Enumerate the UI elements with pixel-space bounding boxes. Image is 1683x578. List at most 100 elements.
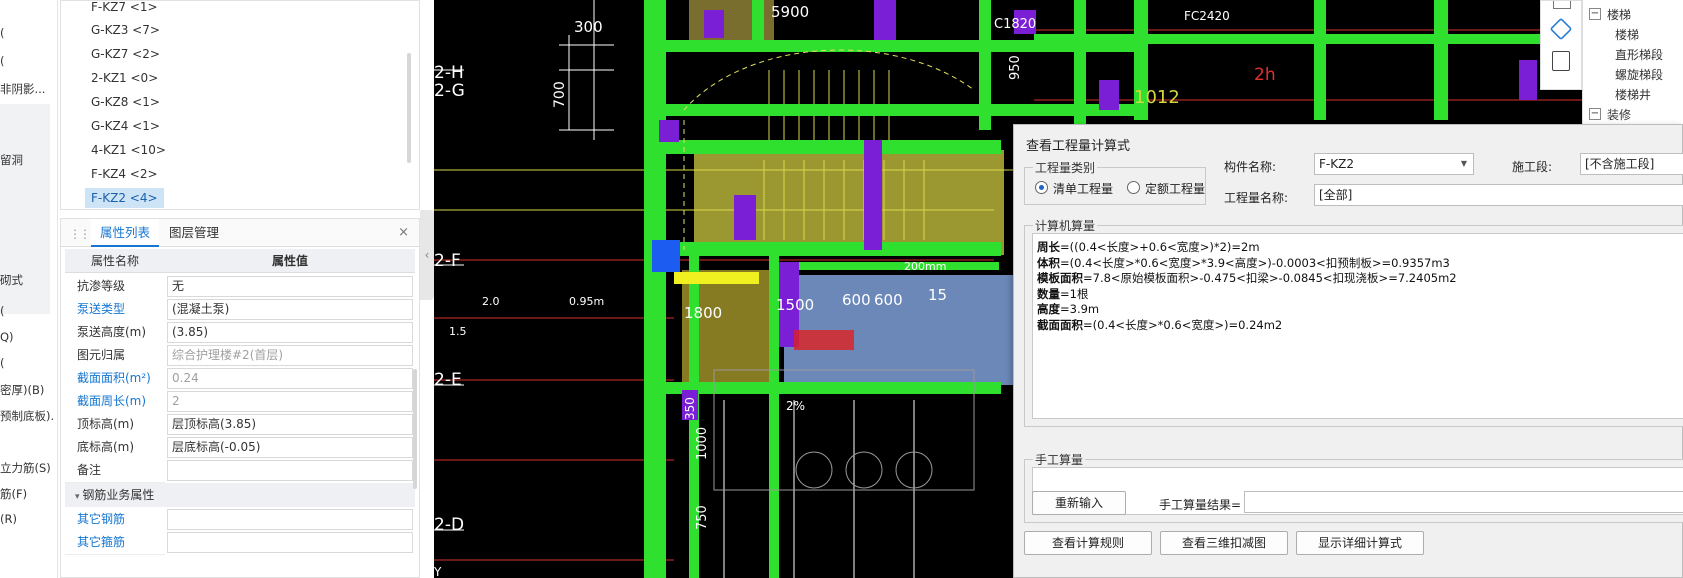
component-item[interactable]: F-KZ7 <1> <box>85 0 164 17</box>
svg-text:700: 700 <box>552 81 568 108</box>
component-item[interactable]: 4-KZ1 <10> <box>85 140 172 160</box>
component-item[interactable]: 2-KZ1 <0> <box>85 68 164 88</box>
group-title: 工程量类别 <box>1033 159 1098 176</box>
property-row[interactable]: 底标高(m) 层底标高(-0.05) <box>65 435 415 460</box>
radio-quota-quantity[interactable] <box>1127 181 1140 194</box>
property-value[interactable]: 层底标高(-0.05) <box>167 437 413 458</box>
left-strip-item[interactable]: (R) <box>0 512 56 526</box>
close-icon[interactable]: × <box>398 225 409 240</box>
left-strip-item[interactable]: 预制底板). <box>0 408 56 424</box>
svg-text:15: 15 <box>928 286 947 304</box>
radio-list-quantity[interactable] <box>1035 181 1048 194</box>
property-row[interactable]: 泵送类型 (混凝土泵) <box>65 297 415 322</box>
left-strip-item[interactable]: 非阴影... <box>0 81 56 97</box>
property-row[interactable]: 泵送高度(m) (3.85) <box>65 320 415 345</box>
radio-label[interactable]: 清单工程量 <box>1053 180 1113 197</box>
quantity-type-group: 工程量类别 清单工程量 定额工程量 <box>1024 159 1206 205</box>
property-name: 备注 <box>65 458 165 483</box>
property-row[interactable]: 其它钢筋 <box>65 507 415 532</box>
property-name: 其它箍筋 <box>65 530 165 555</box>
expand-toggle-icon[interactable]: − <box>1589 8 1601 20</box>
component-name-dropdown[interactable]: F-KZ2 ▼ <box>1314 153 1474 175</box>
property-value[interactable] <box>167 460 413 481</box>
manual-result-label: 手工算量结果= <box>1159 498 1242 512</box>
property-row[interactable]: 图元归属 综合护理楼#2(首层) <box>65 343 415 368</box>
property-row[interactable]: 截面面积(m²) 0.24 <box>65 366 415 391</box>
tree-item[interactable]: 直形梯段 <box>1615 46 1663 63</box>
reinput-button[interactable]: 重新输入 <box>1032 491 1126 515</box>
left-strip-item[interactable]: ( <box>0 356 56 370</box>
component-item[interactable]: G-KZ3 <7> <box>85 20 166 40</box>
formula-line: 体积=(0.4<长度>*0.6<宽度>*3.9<高度>)-0.0003<扣预制板… <box>1037 255 1450 270</box>
cube-view-icon[interactable] <box>1549 17 1573 41</box>
tree-item-decoration-group[interactable]: 装修 <box>1607 106 1631 123</box>
component-item[interactable]: G-KZ4 <1> <box>85 116 166 136</box>
left-strip-item[interactable]: 砌式 <box>0 272 56 288</box>
tab-layer-management[interactable]: 图层管理 <box>169 219 241 247</box>
property-row[interactable]: 备注 <box>65 458 415 483</box>
tree-item[interactable]: 楼梯 <box>1615 26 1639 43</box>
property-row[interactable]: 截面周长(m) 2 <box>65 389 415 414</box>
left-strip-item[interactable]: 立力筋(S) <box>0 460 56 476</box>
component-list-scrollbar[interactable] <box>407 53 411 163</box>
stage-label: 施工段: <box>1512 160 1553 174</box>
dropdown-value: F-KZ2 <box>1319 157 1354 171</box>
computer-calc-formula-area[interactable]: 周长=((0.4<长度>+0.6<宽度>)*2)=2m 体积=(0.4<长度>*… <box>1032 233 1683 419</box>
property-value: 综合护理楼#2(首层) <box>167 345 413 366</box>
left-strip-item[interactable]: 留洞 <box>0 152 56 168</box>
formula-line: 模板面积=7.8<原始模板面积>-0.475<扣梁>-0.0845<扣现浇板>=… <box>1037 271 1457 285</box>
property-value: 2 <box>167 391 413 412</box>
property-table-header: 属性名称 属性值 <box>65 249 415 273</box>
property-scrollbar[interactable] <box>413 369 417 489</box>
svg-text:200mm: 200mm <box>904 260 946 273</box>
frame-icon[interactable] <box>1553 1 1571 9</box>
svg-text:1012: 1012 <box>1134 87 1180 108</box>
drag-handle-icon[interactable]: ⋮⋮ <box>69 227 91 241</box>
property-value[interactable] <box>167 509 413 530</box>
component-item[interactable]: F-KZ4 <2> <box>85 164 164 184</box>
tree-item[interactable]: 楼梯井 <box>1615 86 1651 103</box>
view-calc-rules-button[interactable]: 查看计算规则 <box>1024 531 1152 555</box>
component-item[interactable]: G-KZ7 <2> <box>85 44 166 64</box>
tree-item[interactable]: 螺旋梯段 <box>1615 66 1663 83</box>
radio-label[interactable]: 定额工程量 <box>1145 180 1205 197</box>
component-item[interactable]: G-KZ8 <1> <box>85 92 166 112</box>
formula-line: 高度=3.9m <box>1037 302 1100 316</box>
calc-view-icon[interactable] <box>1552 51 1570 71</box>
property-value[interactable]: (混凝土泵) <box>167 299 413 320</box>
property-value[interactable] <box>167 532 413 553</box>
left-strip-item[interactable]: ( <box>0 304 56 318</box>
property-value[interactable]: (3.85) <box>167 322 413 343</box>
left-strip-item[interactable]: Q) <box>0 330 56 344</box>
quantity-name-field[interactable]: [全部] <box>1314 184 1683 206</box>
chevron-down-icon[interactable]: ▼ <box>1461 154 1467 174</box>
left-strip-item[interactable]: ( <box>0 26 56 40</box>
component-item-selected[interactable]: F-KZ2 <4> <box>85 188 164 208</box>
property-row[interactable]: 顶标高(m) 层顶标高(3.85) <box>65 412 415 437</box>
collapse-panel-handle[interactable]: ‹ <box>420 210 434 300</box>
property-value[interactable]: 无 <box>167 276 413 297</box>
property-tabs: ⋮⋮ 属性列表 图层管理 × <box>61 219 419 247</box>
formula-line: 截面面积=(0.4<长度>*0.6<宽度>)=0.24m2 <box>1037 317 1283 332</box>
property-row[interactable]: 抗渗等级无 <box>65 274 415 299</box>
svg-text:1000: 1000 <box>695 427 710 460</box>
left-strip-item[interactable]: 筋(F) <box>0 486 56 502</box>
show-detailed-formula-button[interactable]: 显示详细计算式 <box>1296 531 1424 555</box>
chevron-left-icon[interactable]: ‹ <box>425 248 430 262</box>
stage-field[interactable]: [不含施工段] <box>1580 153 1683 175</box>
quantity-formula-dialog: 查看工程量计算式 工程量类别 清单工程量 定额工程量 构件名称: F-KZ2 ▼ … <box>1013 124 1683 578</box>
expand-toggle-icon[interactable]: − <box>1589 108 1601 120</box>
property-value[interactable]: 层顶标高(3.85) <box>167 414 413 435</box>
left-strip-item[interactable]: 密厚)(B) <box>0 382 56 398</box>
svg-text:2-E: 2-E <box>434 370 462 390</box>
property-row[interactable]: 其它箍筋 <box>65 530 415 555</box>
section-rebar-attributes[interactable]: ▾ 钢筋业务属性 <box>65 483 415 507</box>
property-name: 顶标高(m) <box>65 412 165 437</box>
tree-item-stair-group[interactable]: 楼梯 <box>1607 6 1631 23</box>
tab-property-list[interactable]: 属性列表 <box>91 219 159 247</box>
group-title: 手工算量 <box>1033 451 1086 468</box>
property-panel: ⋮⋮ 属性列表 图层管理 × 属性名称 属性值 抗渗等级无 泵送类型 (混凝土泵)… <box>60 218 420 578</box>
manual-result-field[interactable] <box>1244 491 1683 513</box>
view-3d-deduction-button[interactable]: 查看三维扣减图 <box>1160 531 1288 555</box>
left-strip-item[interactable]: ( <box>0 54 56 68</box>
